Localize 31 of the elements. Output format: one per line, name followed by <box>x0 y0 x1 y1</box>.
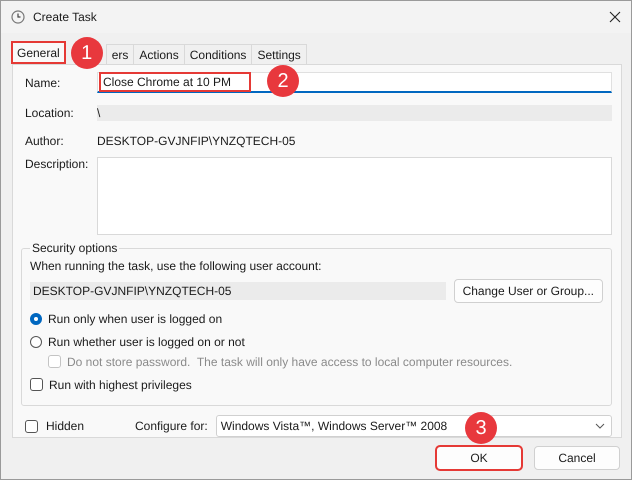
option-label: Run only when user is logged on <box>48 312 222 326</box>
close-icon[interactable] <box>609 11 621 23</box>
step-number-badge: 1 <box>70 37 103 69</box>
option-label: Do not store password. The task will only have access to local computer resources. <box>67 354 512 369</box>
configure-label: Configure for: <box>135 419 208 433</box>
option-label: Hidden <box>46 419 84 433</box>
change-user-button[interactable]: Change User or Group... <box>454 278 603 303</box>
window-title: Create Task <box>33 10 98 24</box>
field-label: Location: <box>25 106 75 120</box>
chevron-down-icon <box>595 423 605 429</box>
option-label: Run with highest privileges <box>49 378 192 392</box>
clock-icon <box>11 10 25 24</box>
group-title: Security options <box>30 240 120 255</box>
radio-button[interactable] <box>30 312 42 325</box>
tab[interactable]: Settings <box>251 44 307 64</box>
account-prompt: When running the task, use the following user account: <box>30 258 322 273</box>
checkbox[interactable] <box>25 420 38 432</box>
account-field: DESKTOP-GVJNFIP\YNZQTECH-05 <box>30 282 446 300</box>
field-label: Author: <box>25 134 65 148</box>
tab[interactable]: General <box>11 41 66 64</box>
radio-button[interactable] <box>30 336 42 348</box>
dialog-button[interactable]: OK <box>436 446 522 470</box>
checkbox[interactable] <box>30 378 43 392</box>
author-value: DESKTOP-GVJNFIP\YNZQTECH-05 <box>97 134 296 148</box>
field-label: Description: <box>25 157 90 171</box>
description-field[interactable] <box>97 157 612 235</box>
tab[interactable]: ers <box>106 44 134 64</box>
location-field: \ <box>97 104 612 120</box>
dialog-button[interactable]: Cancel <box>534 446 620 470</box>
option-label: Run whether user is logged on or not <box>48 334 245 349</box>
field-label: Name: <box>25 76 62 90</box>
